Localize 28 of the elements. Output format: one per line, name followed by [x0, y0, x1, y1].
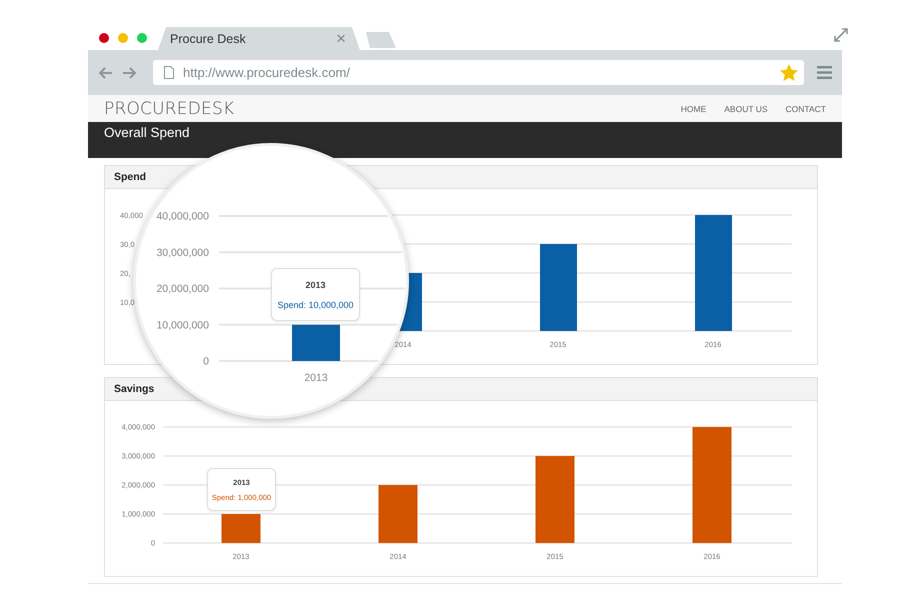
- star-icon[interactable]: [780, 64, 798, 81]
- axis-label: 20,000,000: [156, 283, 209, 296]
- tab-title: Procure Desk: [170, 32, 246, 46]
- bar: [292, 324, 340, 361]
- nav-link[interactable]: CONTACT: [786, 104, 826, 114]
- page-icon: [164, 66, 174, 79]
- address-bar[interactable]: http://www.procuredesk.com/: [153, 60, 804, 85]
- expand-icon[interactable]: [834, 28, 848, 42]
- forward-arrow-icon[interactable]: [122, 66, 136, 78]
- page-title: Overall Spend: [104, 125, 190, 140]
- panel-title: Savings: [114, 383, 154, 395]
- nav-link[interactable]: ABOUT US: [724, 104, 768, 114]
- tooltip-text: Spend: 10,000,000: [277, 300, 354, 310]
- axis-label: 30,000,000: [156, 246, 209, 259]
- tooltip-title: 2013: [305, 280, 326, 290]
- panel-title: Spend: [114, 171, 146, 183]
- axis-label: 2013: [304, 372, 328, 384]
- site-logo[interactable]: PROCUREDESK: [104, 98, 234, 118]
- menu-icon[interactable]: [817, 66, 832, 79]
- browser-tab[interactable]: Procure Desk ×: [158, 27, 360, 50]
- url-text: http://www.procuredesk.com/: [183, 65, 351, 80]
- axis-label: 10,000,000: [156, 319, 209, 332]
- bar: [378, 485, 418, 543]
- axis-label: 40,000,000: [156, 210, 209, 223]
- bar: [222, 514, 260, 543]
- axis-label: 0: [203, 356, 209, 368]
- nav-link[interactable]: HOME: [680, 104, 706, 114]
- back-arrow-icon[interactable]: [99, 66, 113, 78]
